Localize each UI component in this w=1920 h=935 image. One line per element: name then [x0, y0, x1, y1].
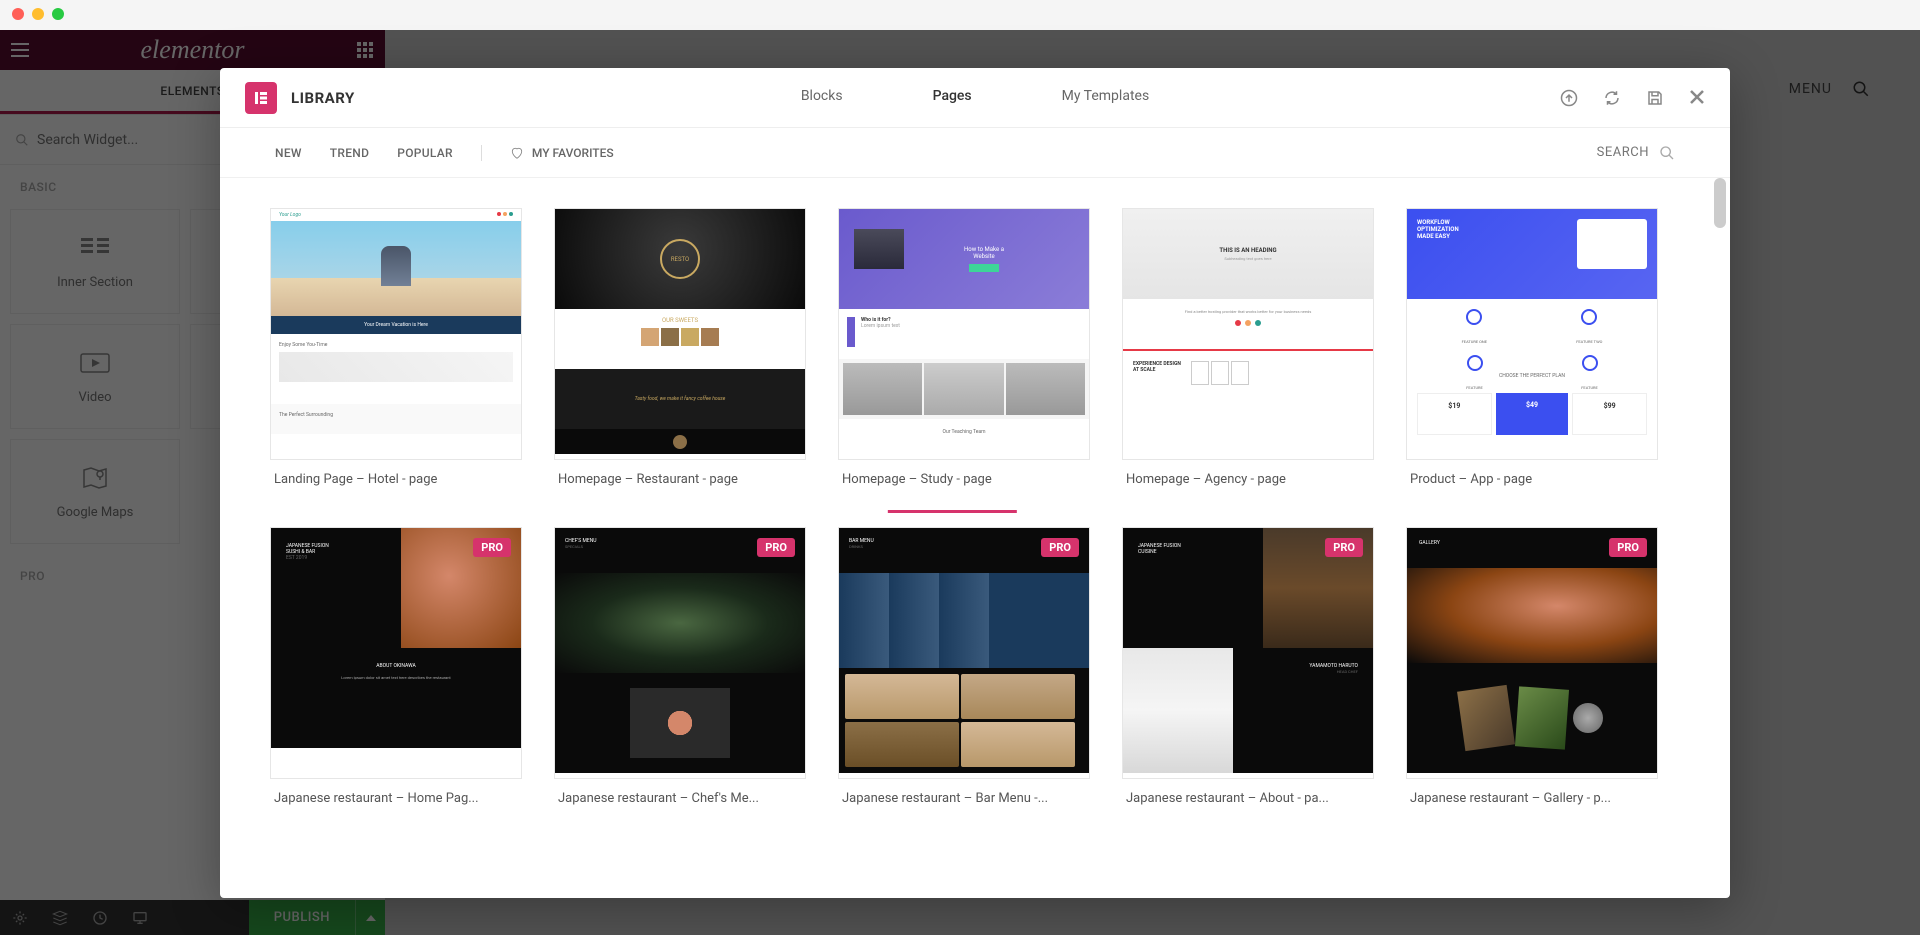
template-thumbnail: BAR MENUDRINKSPRO — [838, 527, 1090, 779]
template-thumbnail: CHEF'S MENUSPECIALSPRO — [554, 527, 806, 779]
heart-icon — [510, 146, 524, 160]
template-card[interactable]: WORKFLOWOPTIMIZATIONMADE EASYFEATURE ONE… — [1406, 208, 1658, 495]
template-title: Japanese restaurant – Bar Menu -... — [838, 779, 1090, 814]
template-title: Japanese restaurant – Chef's Me... — [554, 779, 806, 814]
template-card[interactable]: RESTOOUR SWEETSTasty food, we make it fa… — [554, 208, 806, 495]
scrollbar-thumb[interactable] — [1714, 178, 1726, 228]
template-title: Landing Page – Hotel - page — [270, 460, 522, 495]
template-thumbnail: WORKFLOWOPTIMIZATIONMADE EASYFEATURE ONE… — [1406, 208, 1658, 460]
pro-badge: PRO — [757, 538, 795, 557]
filter-divider — [481, 145, 482, 161]
import-icon[interactable] — [1560, 89, 1578, 107]
filter-trend[interactable]: TREND — [330, 146, 370, 160]
template-title: Homepage – Restaurant - page — [554, 460, 806, 495]
template-title: Japanese restaurant – Home Pag... — [270, 779, 522, 814]
template-thumbnail: GALLERYPRO — [1406, 527, 1658, 779]
template-card[interactable]: JAPANESE FUSIONSUSHI & BAREST 2019ABOUT … — [270, 527, 522, 814]
template-title: Homepage – Study - page — [838, 460, 1090, 495]
maximize-window[interactable] — [52, 8, 64, 20]
template-card[interactable]: BAR MENUDRINKSPROJapanese restaurant – B… — [838, 527, 1090, 814]
template-thumbnail: THIS IS AN HEADINGSubheading text goes h… — [1122, 208, 1374, 460]
pro-badge: PRO — [1041, 538, 1079, 557]
library-modal: LIBRARY Blocks Pages My Templates NEW TR… — [220, 68, 1730, 898]
template-card[interactable]: THIS IS AN HEADINGSubheading text goes h… — [1122, 208, 1374, 495]
sync-icon[interactable] — [1603, 89, 1621, 107]
pro-badge: PRO — [473, 538, 511, 557]
template-card[interactable]: Your LogoYour Dream Vacation is HereEnjo… — [270, 208, 522, 495]
template-title: Product – App - page — [1406, 460, 1658, 495]
elementor-badge-icon — [245, 82, 277, 114]
close-icon[interactable] — [1689, 89, 1705, 107]
template-card[interactable]: How to Make aWebsiteWho is it for?Lorem … — [838, 208, 1090, 495]
pro-badge: PRO — [1609, 538, 1647, 557]
template-title: Homepage – Agency - page — [1122, 460, 1374, 495]
filter-popular[interactable]: POPULAR — [397, 146, 453, 160]
template-title: Japanese restaurant – Gallery - p... — [1406, 779, 1658, 814]
library-title: LIBRARY — [291, 89, 355, 107]
filter-new[interactable]: NEW — [275, 146, 302, 160]
modal-header: LIBRARY Blocks Pages My Templates — [220, 68, 1730, 128]
minimize-window[interactable] — [32, 8, 44, 20]
window-controls — [12, 8, 64, 20]
library-search-input[interactable] — [1499, 145, 1649, 160]
save-icon[interactable] — [1646, 89, 1664, 107]
template-thumbnail: RESTOOUR SWEETSTasty food, we make it fa… — [554, 208, 806, 460]
template-title: Japanese restaurant – About - pa... — [1122, 779, 1374, 814]
template-thumbnail: Your LogoYour Dream Vacation is HereEnjo… — [270, 208, 522, 460]
template-card[interactable]: CHEF'S MENUSPECIALSPROJapanese restauran… — [554, 527, 806, 814]
pro-badge: PRO — [1325, 538, 1363, 557]
template-thumbnail: JAPANESE FUSIONSUSHI & BAREST 2019ABOUT … — [270, 527, 522, 779]
template-card[interactable]: JAPANESE FUSIONCUISINEYAMAMOTO HARUTOHEA… — [1122, 527, 1374, 814]
filter-favorites[interactable]: MY FAVORITES — [510, 146, 614, 160]
library-body[interactable]: Your LogoYour Dream Vacation is HereEnjo… — [220, 178, 1730, 898]
search-icon[interactable] — [1659, 145, 1675, 161]
template-thumbnail: JAPANESE FUSIONCUISINEYAMAMOTO HARUTOHEA… — [1122, 527, 1374, 779]
close-window[interactable] — [12, 8, 24, 20]
template-card[interactable]: GALLERYPROJapanese restaurant – Gallery … — [1406, 527, 1658, 814]
template-thumbnail: How to Make aWebsiteWho is it for?Lorem … — [838, 208, 1090, 460]
